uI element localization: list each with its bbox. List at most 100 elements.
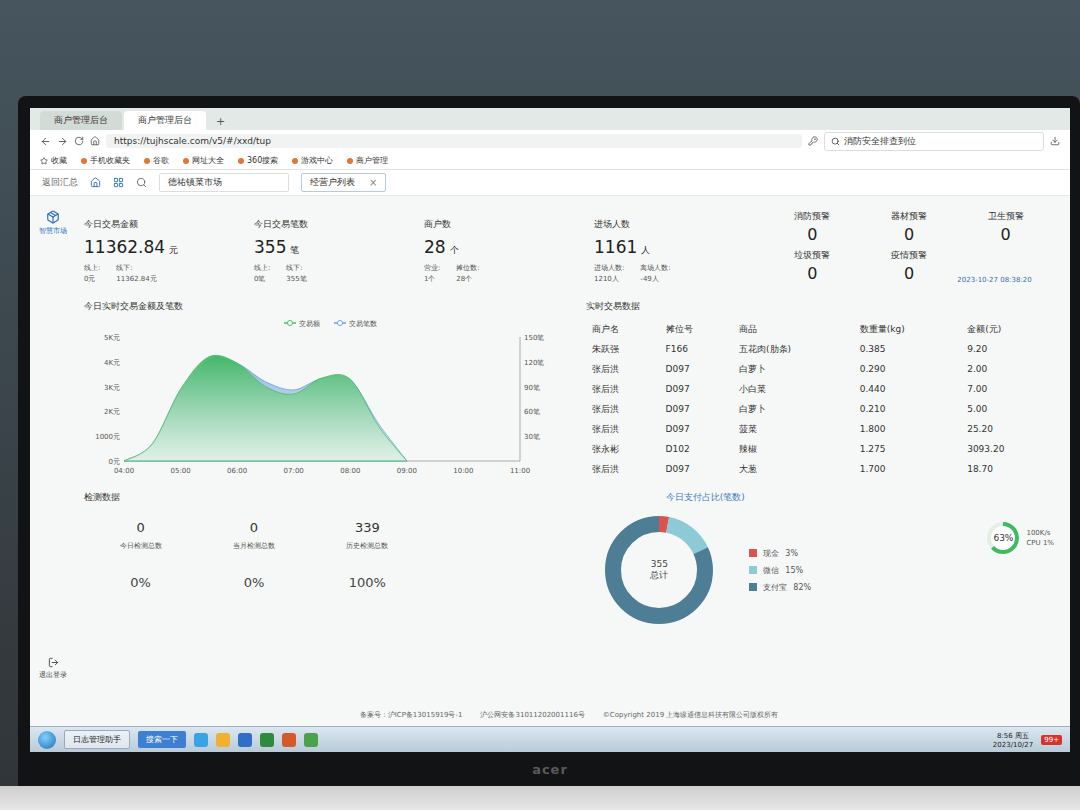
donut-segment[interactable] xyxy=(613,524,705,616)
start-icon[interactable] xyxy=(38,731,56,749)
notification-badge[interactable]: 99+ xyxy=(1041,735,1062,745)
kpi-card: 今日交易金额11362.84元线上:0元线下:11362.84元 xyxy=(84,210,240,284)
left-tick: 5K元 xyxy=(104,334,120,342)
market-select[interactable]: 德祐镇菜市场 xyxy=(159,173,289,192)
alert-value: 0 xyxy=(904,225,914,244)
bookmark-label: 网址大全 xyxy=(192,155,224,166)
logo[interactable]: 智慧市场 xyxy=(39,210,67,236)
legend-item[interactable]: 微信15% xyxy=(749,565,811,576)
app-header: 返回汇总 德祐镇菜市场 经营户列表 × xyxy=(30,170,1070,196)
left-tick: 0元 xyxy=(109,458,120,466)
logout-button[interactable]: 退出登录 xyxy=(39,657,67,680)
alert-value: 0 xyxy=(1001,225,1011,244)
task-item[interactable]: 日志管理助手 xyxy=(64,730,130,749)
footer-text: 备案号：沪ICP备13015919号-1 xyxy=(360,710,463,720)
cpu-widget[interactable]: 63%100K/sCPU 1% xyxy=(986,521,1054,555)
table-cell: 小白菜 xyxy=(733,379,854,399)
app-icon[interactable] xyxy=(282,733,296,747)
legend-item[interactable]: 支付宝82% xyxy=(749,582,811,593)
chart-panel: 今日实时交易金额及笔数交易额交易笔数5K元4K元3K元2K元1000元0元150… xyxy=(84,300,564,483)
chart-legend: 交易额 交易笔数 xyxy=(284,320,377,328)
kpi-subs: 进场人数:1210人离场人数:-49人 xyxy=(594,263,750,284)
key-icon[interactable] xyxy=(808,136,818,146)
bookmark-icon xyxy=(144,158,150,164)
kpi-card: 进场人数1161人进场人数:1210人离场人数:-49人 xyxy=(594,210,750,284)
table-row[interactable]: 张后洪D097大葱1.70018.70 xyxy=(586,459,1054,479)
stat-percent: 0% xyxy=(197,575,310,590)
table-row[interactable]: 张永彬D102辣椒1.2753093.20 xyxy=(586,439,1054,459)
stat-label: 今日检测总数 xyxy=(120,541,162,551)
stat-label: 历史检测总数 xyxy=(346,541,388,551)
kpi-sub-value: 0笔 xyxy=(254,274,270,284)
app-tab-label: 经营户列表 xyxy=(310,176,355,189)
app-icon[interactable] xyxy=(238,733,252,747)
table-cell: 张后洪 xyxy=(586,459,660,479)
table-row[interactable]: 张后洪D097小白菜0.4407.00 xyxy=(586,379,1054,399)
app-icon[interactable] xyxy=(304,733,318,747)
series-area xyxy=(124,355,407,461)
alert-value: 0 xyxy=(807,225,817,244)
grid-icon[interactable] xyxy=(113,177,124,188)
table-row[interactable]: 张后洪D097白萝卜0.2105.00 xyxy=(586,399,1054,419)
refresh-icon[interactable] xyxy=(74,136,84,146)
forward-icon[interactable] xyxy=(57,136,68,147)
bookmark[interactable]: 收藏 xyxy=(40,155,67,166)
home-icon[interactable] xyxy=(90,177,101,188)
task-search[interactable]: 搜索一下 xyxy=(138,731,186,748)
logo-text: 智慧市场 xyxy=(39,226,67,236)
search-text: 消防安全排查到位 xyxy=(844,135,916,148)
table-cell: 7.00 xyxy=(961,379,1054,399)
kpi-sub-value: -49人 xyxy=(640,274,670,284)
left-tick: 1000元 xyxy=(95,433,120,441)
new-tab-button[interactable]: + xyxy=(208,113,233,130)
monitor-chin: acer xyxy=(30,752,1070,786)
table-cell: 18.70 xyxy=(961,459,1054,479)
legend-share: 3% xyxy=(785,549,798,558)
browser-search[interactable]: 消防安全排查到位 xyxy=(824,132,1044,151)
left-tick: 4K元 xyxy=(104,359,120,367)
clock[interactable]: 8:56 周五2023/10/27 xyxy=(993,731,1033,749)
home-icon[interactable] xyxy=(90,136,100,146)
search-icon[interactable] xyxy=(136,177,147,188)
legend-item[interactable]: 交易额 xyxy=(284,320,320,328)
footer-text: ©Copyright 2019 上海缘通信息科技有限公司版权所有 xyxy=(603,710,778,720)
donut-segment[interactable] xyxy=(613,524,705,616)
back-icon[interactable] xyxy=(40,136,51,147)
bookmark[interactable]: 商户管理 xyxy=(347,155,388,166)
bookmark[interactable]: 手机收藏夹 xyxy=(81,155,130,166)
table-row[interactable]: 张后洪D097菠菜1.80025.20 xyxy=(586,419,1054,439)
table-cell: D097 xyxy=(660,399,734,419)
stat-value: 339 xyxy=(355,520,380,535)
back-link[interactable]: 返回汇总 xyxy=(42,176,78,189)
browser-tab[interactable]: 商户管理后台 xyxy=(40,111,122,130)
search-icon xyxy=(831,137,840,146)
table-cell: 2.00 xyxy=(961,359,1054,379)
table-cell: 朱跃强 xyxy=(586,339,660,359)
bookmark-icon xyxy=(183,158,189,164)
table-row[interactable]: 朱跃强F166五花肉(肋条)0.3859.20 xyxy=(586,339,1054,359)
middle-row: 今日实时交易金额及笔数交易额交易笔数5K元4K元3K元2K元1000元0元150… xyxy=(84,300,1054,483)
download-icon[interactable] xyxy=(1050,136,1060,146)
browser-tab[interactable]: 商户管理后台 xyxy=(124,111,206,130)
tab-close[interactable]: × xyxy=(369,177,377,188)
donut-center: 355总计 xyxy=(599,510,719,630)
legend-item[interactable]: 交易笔数 xyxy=(334,320,377,328)
table-row[interactable]: 张后洪D097白萝卜0.2902.00 xyxy=(586,359,1054,379)
bookmark[interactable]: 网址大全 xyxy=(183,155,224,166)
app-icon[interactable] xyxy=(194,733,208,747)
bookmark-label: 商户管理 xyxy=(356,155,388,166)
url-field[interactable]: https://tujhscale.com/v5/#/xxd/tup xyxy=(106,134,802,148)
alert-label: 垃圾预警 xyxy=(794,249,830,262)
donut-segment[interactable] xyxy=(613,524,705,616)
bookmark[interactable]: 谷歌 xyxy=(144,155,169,166)
kpi-value: 28个 xyxy=(424,237,580,257)
app-tab[interactable]: 经营户列表 × xyxy=(301,173,386,192)
legend-item[interactable]: 现金3% xyxy=(749,548,811,559)
kpi-subs: 线上:0笔线下:355笔 xyxy=(254,263,410,284)
bookmark[interactable]: 游戏中心 xyxy=(292,155,333,166)
bottom-row: 检测数据0今日检测总数0当月检测总数339历史检测总数0%0%100%今日支付占… xyxy=(84,491,1054,700)
app-icon[interactable] xyxy=(260,733,274,747)
table-cell: 白萝卜 xyxy=(733,399,854,419)
app-icon[interactable] xyxy=(216,733,230,747)
bookmark[interactable]: 360搜索 xyxy=(238,155,278,166)
